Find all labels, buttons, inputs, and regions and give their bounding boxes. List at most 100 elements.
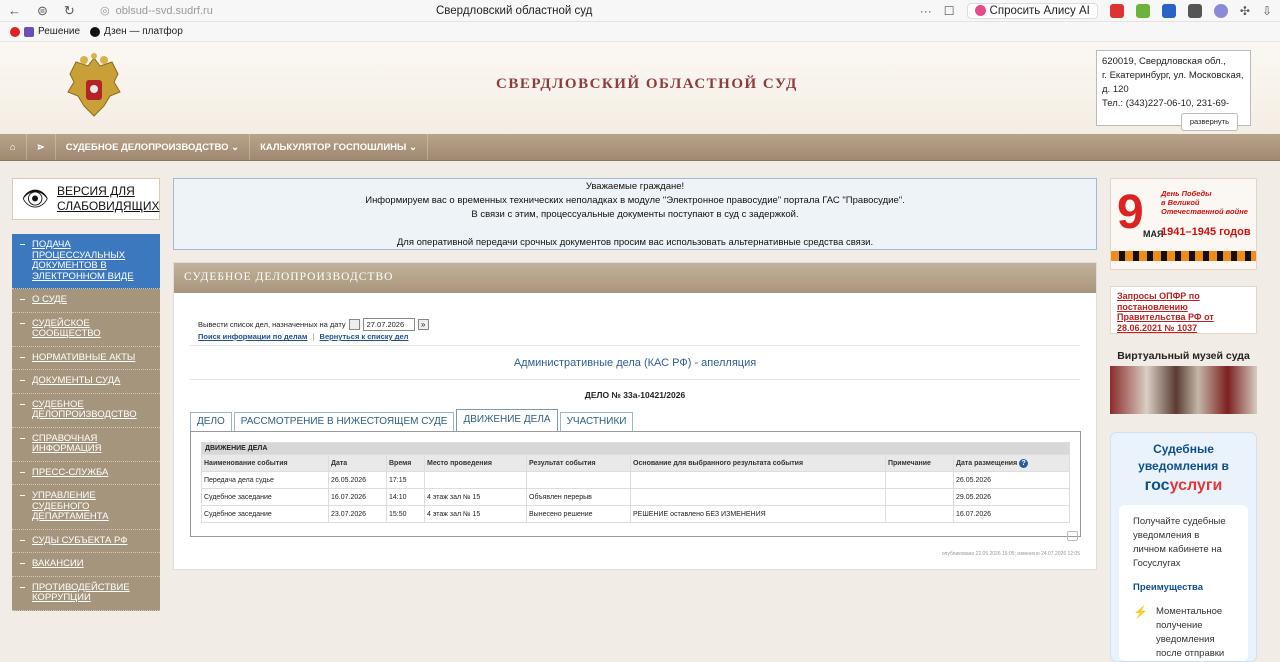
tab-case-movement[interactable]: ДВИЖЕНИЕ ДЕЛА [456, 409, 558, 432]
nav-item-electronic-filing[interactable]: ПОДАЧА ПРОЦЕССУАЛЬНЫХ ДОКУМЕНТОВ В ЭЛЕКТ… [12, 234, 160, 289]
case-movement-box: ДВИЖЕНИЕ ДЕЛА Наименование события Дата … [190, 431, 1081, 537]
eye-icon: 👁 [21, 186, 49, 211]
cell [885, 488, 954, 506]
notice-line: В связи с этим, процессуальные документы… [471, 209, 799, 220]
notice-line: Для оперативной передачи срочных докумен… [396, 237, 874, 248]
opfr-link[interactable]: Запросы ОПФР по постановлению Правительс… [1110, 286, 1257, 334]
extension-icon[interactable] [1135, 3, 1150, 18]
back-to-list-link[interactable]: Вернуться к списку дел [320, 332, 409, 341]
nav-item-about[interactable]: О СУДЕ [12, 289, 160, 313]
url-text[interactable]: oblsud--svd.sudrf.ru [116, 5, 213, 17]
logo-part: гос [1144, 477, 1170, 494]
museum-banner[interactable] [1110, 366, 1257, 414]
gos-title: Судебные уведомления в [1138, 442, 1229, 473]
victory-years: 1941–1945 годов [1161, 226, 1251, 238]
dzen-icon [90, 26, 101, 37]
cell: 29.05.2026 [953, 488, 1070, 506]
cell [630, 488, 886, 506]
date-label: Вывести список дел, назначенных на дату [198, 320, 346, 329]
puzzle-icon[interactable]: ✣ [1240, 4, 1250, 18]
reload-icon[interactable]: ↻ [64, 3, 75, 19]
print-icon[interactable] [1067, 531, 1078, 541]
browser-nav: ← ⊜ ↻ [8, 3, 88, 19]
victory-line: в Великой [1161, 198, 1200, 207]
events-table: ДВИЖЕНИЕ ДЕЛА Наименование события Дата … [201, 442, 1070, 523]
address-bar[interactable]: ◎ oblsud--svd.sudrf.ru [100, 4, 430, 18]
cell [885, 505, 954, 523]
col-date: Дата [328, 454, 387, 472]
home-icon[interactable]: ⌂ [0, 134, 27, 160]
victory-text: День Победы в Великой Отечественной войн… [1161, 189, 1248, 216]
cell: Судебное заседание [201, 488, 329, 506]
nav-item-department[interactable]: УПРАВЛЕНИЕ СУДЕБНОГО ДЕПАРТАМЕНТА [12, 485, 160, 530]
back-icon[interactable]: ← [8, 3, 21, 19]
extension-icon[interactable] [1187, 3, 1202, 18]
bookmark-item[interactable]: Решение [10, 26, 80, 37]
logo-part: услуги [1169, 477, 1223, 494]
cell: 16.07.2026 [953, 505, 1070, 523]
cell [630, 471, 886, 489]
browser-toolbar: ← ⊜ ↻ ◎ oblsud--svd.sudrf.ru Свердловски… [0, 0, 1280, 22]
bookmark-icon[interactable]: ☐ [944, 4, 955, 18]
cell: 4 этаж зал № 15 [424, 488, 527, 506]
lightning-icon: ⚡ [1133, 605, 1148, 619]
cell: 14:10 [386, 488, 425, 506]
help-icon[interactable]: ? [1019, 458, 1029, 468]
nav-item-courts[interactable]: СУДЫ СУБЪЕКТА РФ [12, 530, 160, 553]
col-note: Примечание [885, 454, 954, 472]
bookmark-item[interactable]: Дзен — платфор [90, 26, 183, 37]
alice-button[interactable]: Спросить Алису AI [966, 2, 1098, 19]
victory-day-banner[interactable]: 9 МАЯ День Победы в Великой Отечественно… [1110, 178, 1257, 270]
tab-lower-court[interactable]: РАССМОТРЕНИЕ В НИЖЕСТОЯЩЕМ СУДЕ [233, 412, 455, 432]
more-icon[interactable]: ··· [920, 4, 932, 18]
col-posted: Дата размещения ? [953, 454, 1070, 472]
cell: 15:50 [386, 505, 425, 523]
victory-nine: 9 [1117, 186, 1144, 239]
nav-item-normative-acts[interactable]: НОРМАТИВНЫЕ АКТЫ [12, 347, 160, 370]
extension-icon[interactable] [1213, 3, 1228, 18]
left-nav: ПОДАЧА ПРОЦЕССУАЛЬНЫХ ДОКУМЕНТОВ В ЭЛЕКТ… [12, 234, 160, 611]
menu-item-calculator[interactable]: КАЛЬКУЛЯТОР ГОСПОШЛИНЫ ⌄ [250, 134, 428, 160]
nav-item-anticorruption[interactable]: ПРОТИВОДЕЙСТВИЕ КОРРУПЦИИ [12, 577, 160, 611]
extension-icon[interactable] [1161, 3, 1176, 18]
sitemap-icon[interactable]: ⋗ [27, 134, 56, 160]
bookmark-label: Решение [38, 26, 81, 37]
left-sidebar: 👁 ВЕРСИЯ ДЛЯ СЛАБОВИДЯЩИХ ПОДАЧА ПРОЦЕСС… [12, 178, 160, 611]
expand-contact-button[interactable]: развернуть [1180, 113, 1238, 131]
gosuslugi-widget[interactable]: Судебные уведомления в госуслуги Получай… [1110, 432, 1257, 662]
gosuslugi-logo: госуслуги [1111, 477, 1256, 495]
tab-participants[interactable]: УЧАСТНИКИ [559, 412, 634, 432]
tab-case[interactable]: ДЕЛО [190, 412, 232, 432]
download-icon[interactable]: ⇩ [1262, 4, 1272, 18]
date-input[interactable]: 27.07.2026 [362, 318, 415, 331]
adblock-icon[interactable] [1109, 3, 1124, 18]
main-content: Уважаемые граждане! Информируем вас о вр… [173, 178, 1097, 570]
table-caption: ДВИЖЕНИЕ ДЕЛА [201, 442, 1070, 455]
visually-impaired-button[interactable]: 👁 ВЕРСИЯ ДЛЯ СЛАБОВИДЯЩИХ [12, 178, 160, 220]
cell: 16.07.2026 [328, 488, 387, 506]
cell: РЕШЕНИЕ оставлено БЕЗ ИЗМЕНЕНИЯ [630, 505, 886, 523]
cell [526, 471, 631, 489]
nav-item-reference[interactable]: СПРАВОЧНАЯ ИНФОРМАЦИЯ [12, 428, 160, 462]
table-header: Наименование события Дата Время Место пр… [201, 454, 1070, 472]
alice-label: Спросить Алису AI [989, 4, 1090, 17]
contact-line: 620019, Свердловская обл., [1102, 56, 1226, 67]
table-row: Передача дела судье 26.05.2026 17:15 26.… [201, 471, 1070, 489]
menu-item-proceedings[interactable]: СУДЕБНОЕ ДЕЛОПРОИЗВОДСТВО ⌄ [56, 134, 251, 160]
nav-item-proceedings[interactable]: СУДЕБНОЕ ДЕЛОПРОИЗВОДСТВО [12, 394, 160, 428]
gos-advantage-item: ⚡ Моментальное получение уведомления посл… [1133, 605, 1234, 661]
search-cases-link[interactable]: Поиск информации по делам [198, 332, 307, 341]
nav-item-vacancies[interactable]: ВАКАНСИИ [12, 553, 160, 577]
cell: 4 этаж зал № 15 [424, 505, 527, 523]
nav-item-judges[interactable]: СУДЕЙСКОЕ СООБЩЕСТВО [12, 313, 160, 347]
go-button[interactable]: » [417, 319, 429, 330]
nav-item-press[interactable]: ПРЕСС-СЛУЖБА [12, 462, 160, 485]
calendar-icon[interactable] [348, 319, 360, 330]
shield-icon[interactable]: ⊜ [37, 3, 48, 19]
tab-title: Свердловский областной суд [436, 4, 593, 17]
cell [885, 471, 954, 489]
site-info-icon[interactable]: ◎ [100, 4, 110, 17]
victory-line: День Победы [1161, 189, 1212, 198]
gos-desc: Получайте судебные уведомления в личном … [1133, 516, 1226, 569]
nav-item-documents[interactable]: ДОКУМЕНТЫ СУДА [12, 370, 160, 394]
